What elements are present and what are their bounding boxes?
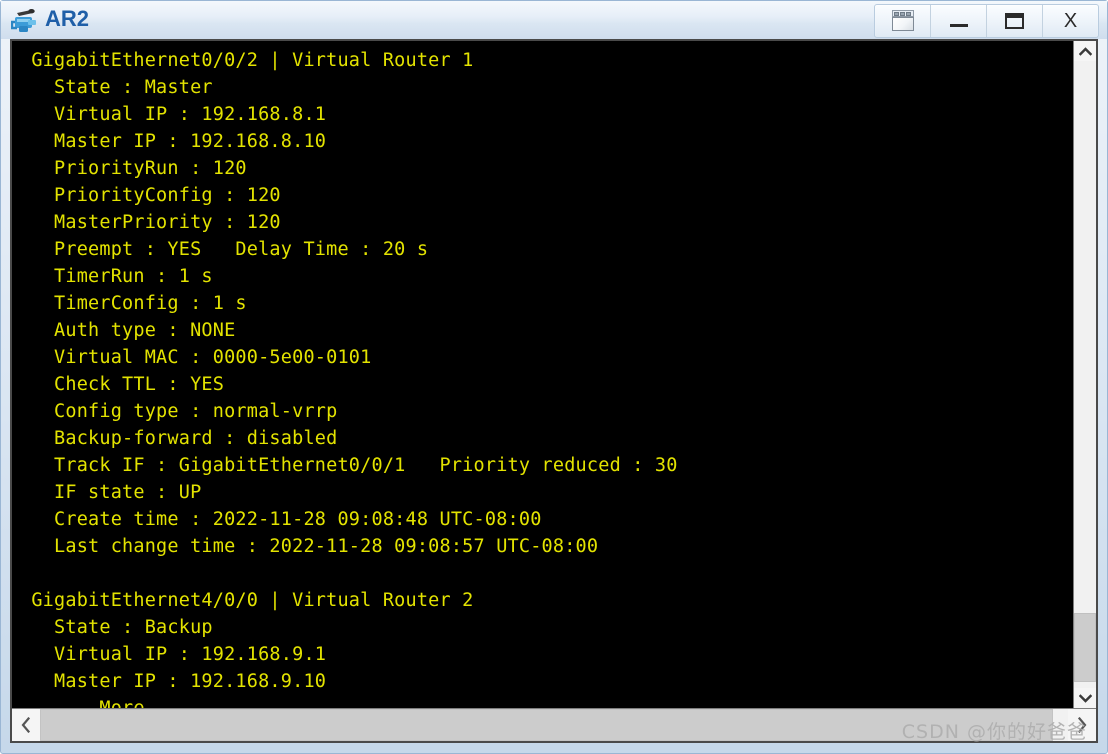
terminal-line: Virtual IP : 192.168.9.1: [20, 644, 327, 665]
restore-window-button[interactable]: [875, 5, 931, 37]
terminal-line: IF state : UP: [20, 482, 202, 503]
maximize-button[interactable]: [987, 5, 1043, 37]
terminal-line: GigabitEthernet0/0/2 | Virtual Router 1: [20, 50, 474, 71]
terminal-row: GigabitEthernet0/0/2 | Virtual Router 1 …: [12, 41, 1096, 708]
router-icon: [10, 6, 41, 34]
minimize-icon: [949, 23, 968, 27]
terminal-line: Virtual MAC : 0000-5e00-0101: [20, 347, 372, 368]
terminal-line: State : Master: [20, 77, 213, 98]
scroll-up-arrow[interactable]: [1074, 41, 1096, 61]
horizontal-scrollbar[interactable]: [12, 708, 1096, 741]
vertical-scrollbar[interactable]: [1073, 41, 1096, 708]
window-controls: X: [874, 4, 1099, 38]
restore-icon: [890, 10, 916, 32]
close-button[interactable]: X: [1043, 5, 1098, 37]
minimize-button[interactable]: [931, 5, 987, 37]
terminal-line: PriorityConfig : 120: [20, 185, 281, 206]
terminal-line: ---- More ----: [20, 695, 1073, 708]
terminal-line: Create time : 2022-11-28 09:08:48 UTC-08…: [20, 509, 542, 530]
vertical-scroll-track[interactable]: [1074, 61, 1096, 688]
window-bottom-padding: [1, 743, 1107, 753]
title-bar[interactable]: AR2 X: [1, 1, 1107, 39]
terminal-line: Check TTL : YES: [20, 374, 225, 395]
terminal-line: Backup-forward : disabled: [20, 428, 338, 449]
terminal-line: Preempt : YES Delay Time : 20 s: [20, 239, 429, 260]
terminal-line: Track IF : GigabitEthernet0/0/1 Priority…: [20, 455, 678, 476]
terminal-line: MasterPriority : 120: [20, 212, 281, 233]
terminal-output[interactable]: GigabitEthernet0/0/2 | Virtual Router 1 …: [12, 41, 1073, 708]
terminal-line: State : Backup: [20, 617, 213, 638]
terminal-line: Auth type : NONE: [20, 320, 236, 341]
terminal-window: AR2 X GigabitEthernet0/0/2 | Virtual Rou…: [0, 0, 1108, 754]
maximize-icon: [1005, 13, 1024, 29]
terminal-line: TimerConfig : 1 s: [20, 293, 247, 314]
horizontal-scroll-thumb[interactable]: [40, 709, 1053, 741]
terminal-line: GigabitEthernet4/0/0 | Virtual Router 2: [20, 590, 474, 611]
close-icon: X: [1063, 10, 1078, 32]
terminal-line: Virtual IP : 192.168.8.1: [20, 104, 327, 125]
terminal-client-area: GigabitEthernet0/0/2 | Virtual Router 1 …: [10, 39, 1098, 743]
scroll-left-arrow[interactable]: [12, 709, 40, 741]
vertical-scroll-thumb[interactable]: [1074, 612, 1096, 682]
scroll-down-arrow[interactable]: [1074, 688, 1096, 708]
terminal-line: TimerRun : 1 s: [20, 266, 213, 287]
terminal-line: Master IP : 192.168.8.10: [20, 131, 327, 152]
terminal-line: Last change time : 2022-11-28 09:08:57 U…: [20, 536, 599, 557]
terminal-line: Master IP : 192.168.9.10: [20, 671, 327, 692]
horizontal-scroll-track[interactable]: [40, 709, 1068, 741]
terminal-line: PriorityRun : 120: [20, 158, 247, 179]
window-title: AR2: [45, 6, 90, 31]
scroll-right-arrow[interactable]: [1068, 709, 1096, 741]
terminal-line: Config type : normal-vrrp: [20, 401, 338, 422]
